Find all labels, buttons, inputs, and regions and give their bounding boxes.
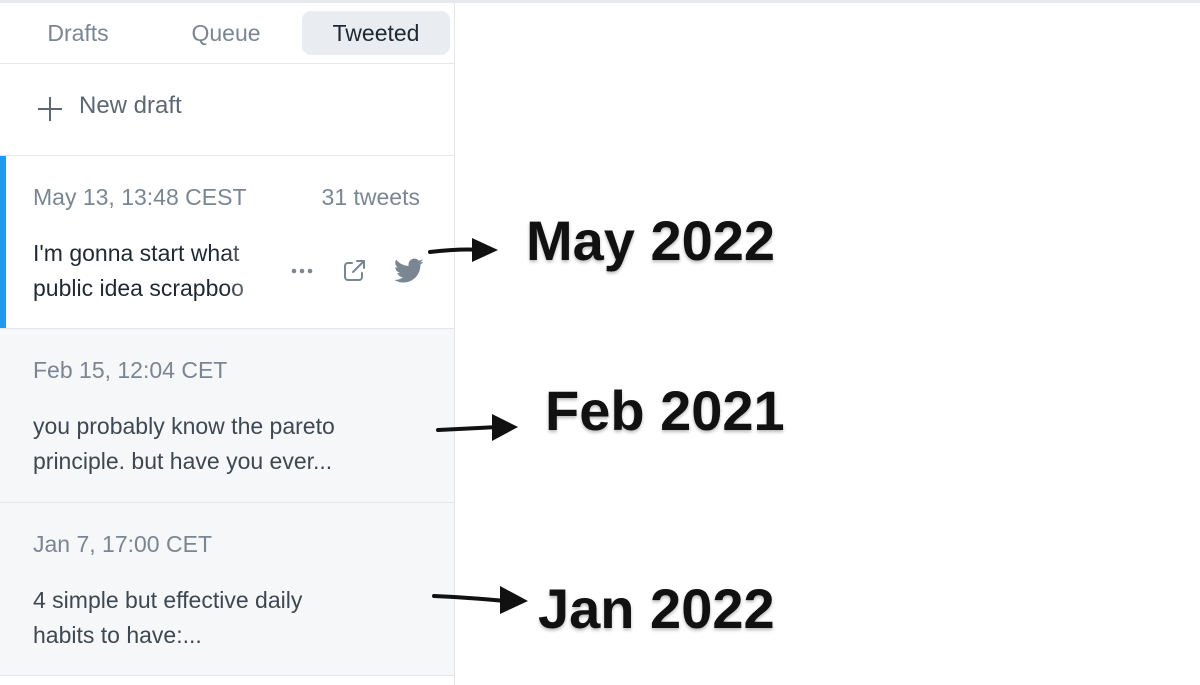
tab-tweeted[interactable]: Tweeted bbox=[302, 11, 450, 55]
tab-queue[interactable]: Queue bbox=[156, 11, 296, 55]
arrow-icon bbox=[432, 586, 528, 614]
item-date: Feb 15, 12:04 CET bbox=[33, 357, 228, 383]
tweet-list-item[interactable]: May 13, 13:48 CEST 31 tweets I'm gonna s… bbox=[0, 156, 454, 329]
new-draft-label: New draft bbox=[79, 92, 182, 119]
tab-drafts[interactable]: Drafts bbox=[8, 11, 148, 55]
annotation-label: Jan 2022 bbox=[538, 577, 775, 640]
sidebar: Drafts Queue Tweeted New draft May 13, 1… bbox=[0, 3, 455, 685]
annotation-label: Feb 2021 bbox=[545, 379, 785, 442]
tab-bar: Drafts Queue Tweeted bbox=[0, 3, 454, 64]
item-preview: you probably know the pareto principle. … bbox=[33, 409, 393, 479]
tweet-count: 31 tweets bbox=[321, 184, 420, 210]
preview-line: you probably know the pareto bbox=[33, 413, 335, 439]
item-actions bbox=[290, 256, 424, 286]
item-date: Jan 7, 17:00 CET bbox=[33, 531, 212, 557]
arrow-icon bbox=[436, 414, 518, 441]
new-draft-button[interactable]: New draft bbox=[0, 64, 454, 156]
preview-line: 4 simple but effective daily bbox=[33, 587, 303, 613]
arrow-icon bbox=[428, 238, 498, 262]
tweet-list-item[interactable]: Jan 7, 17:00 CET 4 simple but effective … bbox=[0, 503, 454, 676]
share-icon[interactable] bbox=[340, 257, 368, 285]
tweet-list-item[interactable]: Feb 15, 12:04 CET you probably know the … bbox=[0, 329, 454, 503]
item-date: May 13, 13:48 CEST bbox=[33, 184, 247, 210]
annotation-label: May 2022 bbox=[526, 209, 776, 272]
item-preview: I'm gonna start what public idea scrapbo… bbox=[33, 236, 285, 306]
plus-icon bbox=[38, 97, 62, 121]
twitter-bird-icon[interactable] bbox=[394, 258, 424, 284]
text-fade bbox=[225, 236, 285, 306]
item-preview: 4 simple but effective daily habits to h… bbox=[33, 583, 393, 653]
more-options-icon[interactable] bbox=[290, 267, 314, 275]
preview-line: principle. but have you ever... bbox=[33, 448, 333, 474]
preview-line: habits to have:... bbox=[33, 622, 202, 648]
